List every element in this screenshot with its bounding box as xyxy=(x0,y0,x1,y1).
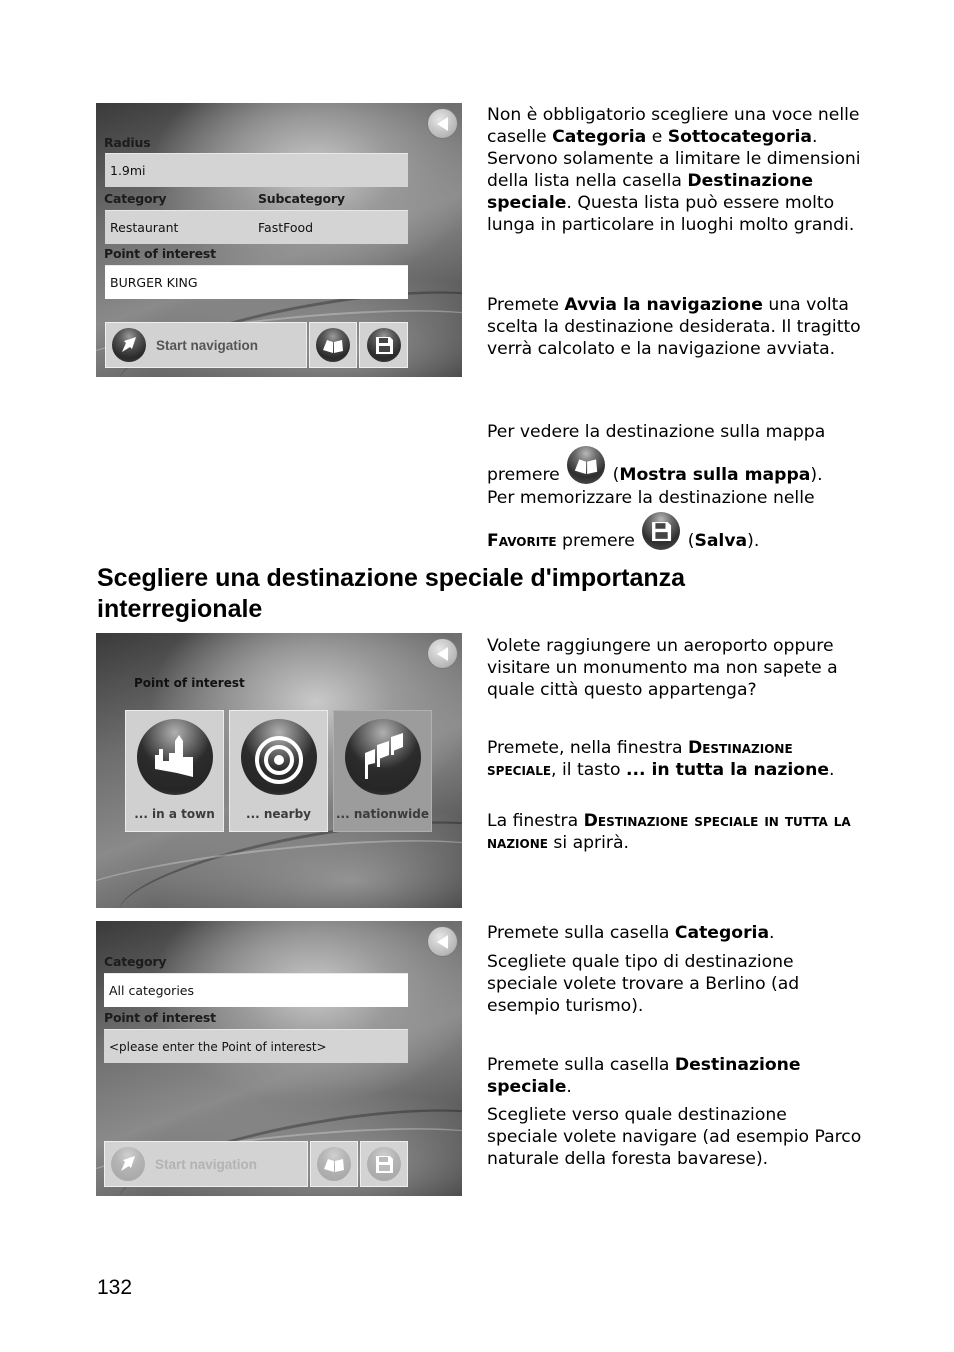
bold-text: ... in tutta la nazione xyxy=(625,760,829,780)
text-run: e xyxy=(646,127,668,147)
paragraph-show-on-map: Per vedere la destinazione sulla mappa p… xyxy=(487,418,862,489)
category-field[interactable]: All categories xyxy=(104,973,408,1007)
paragraph-choose-destination: Scegliete verso quale destinazione speci… xyxy=(487,1105,862,1169)
map-icon xyxy=(567,446,606,484)
back-button[interactable] xyxy=(427,926,458,957)
radius-label: Radius xyxy=(104,135,151,150)
target-icon xyxy=(241,719,317,795)
subcategory-value[interactable]: FastFood xyxy=(258,211,313,245)
tile-label: ... in a town xyxy=(134,807,215,821)
bold-text: Categoria xyxy=(674,923,770,943)
category-value: Restaurant xyxy=(110,220,179,235)
poi-label: Point of interest xyxy=(104,1010,216,1025)
text-run: Premete sulla casella xyxy=(487,1055,675,1075)
text-run: . xyxy=(769,923,775,943)
start-navigation-label: Start navigation xyxy=(155,1156,258,1172)
poi-field[interactable]: BURGER KING xyxy=(105,265,408,299)
paragraph-save-favorite: Per memorizzare la destinazione nelle Fa… xyxy=(487,484,862,555)
floppy-disk-icon xyxy=(366,328,401,362)
paragraph-airport-question: Volete raggiungere un aeroporto oppure v… xyxy=(487,636,838,700)
save-button[interactable] xyxy=(359,322,408,368)
poi-mode-screen: Point of interest ... in a town ... near… xyxy=(96,633,462,908)
poi-placeholder: <please enter the Point of interest> xyxy=(109,1040,327,1054)
bold-text: Sottocategoria xyxy=(667,127,812,147)
text-run: ). xyxy=(810,465,823,485)
text-run: si aprirà. xyxy=(547,833,629,853)
navigation-arrow-icon xyxy=(112,328,146,362)
bold-text: Salva xyxy=(694,531,748,551)
poi-search-screen: Radius 1.9mi Category Subcategory Restau… xyxy=(96,103,462,377)
text-run: Premete xyxy=(487,295,565,315)
poi-nearby-button[interactable]: ... nearby xyxy=(229,710,328,832)
paragraph-press-destination: Premete sulla casella Destinazione speci… xyxy=(487,1054,862,1098)
city-icon xyxy=(137,719,213,795)
start-navigation-label: Start navigation xyxy=(156,337,259,353)
paragraph-window-opens: La finestra Destinazione speciale in tut… xyxy=(487,810,862,854)
tile-label: ... nearby xyxy=(246,807,311,821)
paragraph-start-navigation: Premete Avvia la navigazione una volta s… xyxy=(487,294,862,360)
text-run: . xyxy=(829,760,835,780)
text-run: La finestra xyxy=(487,811,584,831)
paragraph-press-category: Premete sulla casella Categoria. xyxy=(487,922,862,944)
text-run: Favorite xyxy=(487,531,557,551)
category-field[interactable]: Restaurant FastFood xyxy=(105,210,408,244)
floppy-disk-icon xyxy=(642,512,681,550)
text-run: premere xyxy=(556,531,641,551)
bold-text: Avvia la navigazione xyxy=(564,295,763,315)
start-navigation-button[interactable]: Start navigation xyxy=(105,322,307,368)
section-heading: Scegliere una destinazione speciale d'im… xyxy=(97,564,686,623)
bold-text: Categoria xyxy=(552,127,647,147)
poi-field[interactable]: <please enter the Point of interest> xyxy=(104,1029,408,1063)
text-run: . xyxy=(566,1077,572,1097)
floppy-disk-icon xyxy=(367,1147,401,1181)
poi-nationwide-button[interactable]: ... nationwide xyxy=(333,710,432,832)
text-run: Per memorizzare la destinazione nelle xyxy=(487,488,815,508)
category-value: All categories xyxy=(109,983,194,998)
text-run: ). xyxy=(747,531,760,551)
paragraph-press-nationwide: Premete, nella finestra Destinazione spe… xyxy=(487,737,862,781)
page-number: 132 xyxy=(97,1276,133,1299)
show-on-map-button[interactable] xyxy=(309,322,357,368)
text-run: ( xyxy=(682,531,695,551)
category-label: Category xyxy=(104,954,167,969)
poi-nationwide-screen: Category All categories Point of interes… xyxy=(96,921,462,1196)
category-label: Category xyxy=(104,191,167,206)
radius-field[interactable]: 1.9mi xyxy=(105,153,408,187)
text-run: ( xyxy=(607,465,620,485)
poi-screen-title: Point of interest xyxy=(134,676,245,690)
radius-value: 1.9mi xyxy=(110,163,146,178)
save-button[interactable] xyxy=(360,1141,408,1187)
poi-in-town-button[interactable]: ... in a town xyxy=(125,710,224,832)
poi-value: BURGER KING xyxy=(110,275,198,290)
map-icon xyxy=(317,1147,351,1181)
show-on-map-button[interactable] xyxy=(310,1141,358,1187)
paragraph-choose-category: Scegliete quale tipo di destinazione spe… xyxy=(487,952,800,1016)
poi-label: Point of interest xyxy=(104,246,216,261)
bold-text: Mostra sulla mappa xyxy=(619,465,811,485)
flags-icon xyxy=(345,719,421,795)
tile-label: ... nationwide xyxy=(335,807,430,821)
text-run: Premete sulla casella xyxy=(487,923,675,943)
navigation-arrow-icon xyxy=(111,1147,145,1181)
back-button[interactable] xyxy=(427,638,458,669)
text-run: Premete, nella finestra xyxy=(487,738,688,758)
paragraph-optional-category: Non è obbligatorio scegliere una voce ne… xyxy=(487,104,862,236)
map-icon xyxy=(316,328,350,362)
start-navigation-button[interactable]: Start navigation xyxy=(104,1141,308,1187)
text-run: , il tasto xyxy=(551,760,626,780)
subcategory-label: Subcategory xyxy=(258,191,345,206)
back-button[interactable] xyxy=(427,108,458,139)
